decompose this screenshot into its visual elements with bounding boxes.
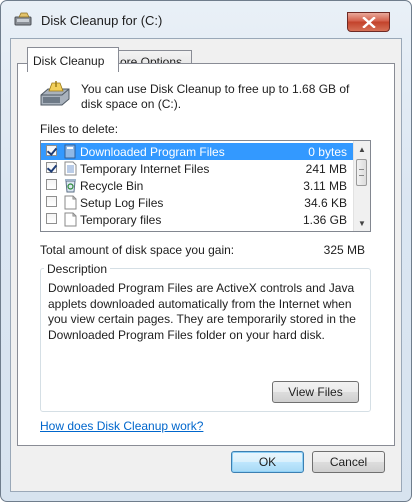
scroll-down-arrow-icon[interactable]: ▼ — [354, 215, 370, 231]
total-space-label: Total amount of disk space you gain: — [40, 243, 235, 257]
checkbox[interactable] — [46, 196, 57, 207]
document-icon — [64, 161, 77, 176]
scroll-up-arrow-icon[interactable]: ▲ — [354, 141, 370, 157]
tab-disk-cleanup[interactable]: Disk Cleanup — [27, 47, 119, 72]
help-link[interactable]: How does Disk Cleanup work? — [40, 419, 203, 433]
description-text: Downloaded Program Files are ActiveX con… — [48, 281, 356, 342]
file-category-size: 3.11 MB — [303, 179, 347, 193]
list-item[interactable]: Temporary Internet Files 241 MB — [41, 160, 355, 177]
title-bar[interactable]: Disk Cleanup for (C:) — [1, 1, 411, 39]
list-item[interactable]: Setup Log Files 34.6 KB — [41, 194, 355, 211]
list-item[interactable]: Temporary files 1.36 GB — [41, 211, 355, 228]
file-category-size: 34.6 KB — [304, 196, 347, 210]
view-files-button[interactable]: View Files — [272, 381, 359, 403]
file-category-name: Downloaded Program Files — [80, 145, 225, 159]
info-text: You can use Disk Cleanup to free up to 1… — [81, 82, 350, 111]
button-label: View Files — [288, 385, 343, 399]
file-category-name: Temporary files — [80, 213, 162, 227]
drive-cleanup-icon — [40, 81, 70, 106]
checkbox[interactable] — [46, 213, 57, 224]
scrollbar-thumb[interactable] — [356, 159, 367, 186]
checkbox[interactable] — [46, 179, 57, 190]
file-category-size: 1.36 GB — [302, 213, 347, 227]
file-category-size: 241 MB — [305, 162, 347, 176]
document-icon — [64, 195, 77, 210]
file-category-name: Recycle Bin — [80, 179, 144, 193]
close-button[interactable] — [347, 12, 390, 32]
list-item[interactable]: Downloaded Program Files 0 bytes — [41, 143, 355, 160]
file-category-name: Temporary Internet Files — [80, 162, 210, 176]
ok-button[interactable]: OK — [231, 451, 304, 473]
disk-cleanup-app-icon — [14, 12, 32, 26]
file-category-name: Setup Log Files — [80, 196, 164, 210]
tab-label: Disk Cleanup — [33, 54, 105, 68]
cancel-button[interactable]: Cancel — [312, 451, 385, 473]
files-list[interactable]: Downloaded Program Files 0 bytes Tempora… — [40, 140, 371, 232]
checkbox[interactable] — [46, 145, 57, 156]
close-icon — [362, 17, 376, 28]
document-icon — [64, 212, 77, 227]
total-space-value: 325 MB — [323, 243, 365, 257]
button-label: Cancel — [329, 455, 368, 469]
files-to-delete-label: Files to delete: — [40, 122, 119, 136]
list-item[interactable]: Recycle Bin 3.11 MB — [41, 177, 355, 194]
recycle-bin-icon — [65, 179, 76, 193]
checkbox[interactable] — [46, 162, 57, 173]
description-legend: Description — [44, 262, 111, 276]
folder-icon — [64, 144, 76, 159]
window-title: Disk Cleanup for (C:) — [41, 13, 163, 28]
button-label: OK — [258, 455, 277, 469]
file-category-size: 0 bytes — [308, 145, 347, 159]
list-scrollbar[interactable]: ▲ ▼ — [353, 141, 370, 231]
